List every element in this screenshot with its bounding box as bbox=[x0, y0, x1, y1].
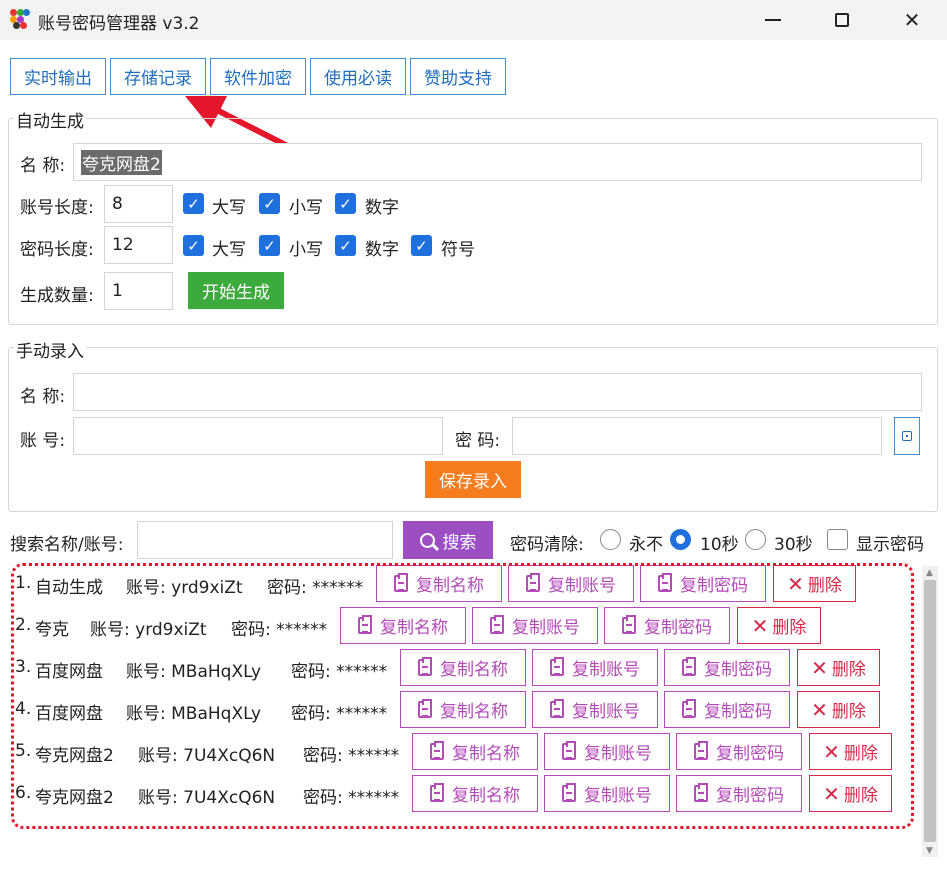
manual-account-input[interactable] bbox=[73, 417, 443, 455]
account-length-label: 账号长度: bbox=[20, 198, 94, 218]
tab-sponsor[interactable]: 赞助支持 bbox=[410, 58, 506, 95]
show-password-checkbox[interactable] bbox=[827, 529, 848, 550]
account-length-input[interactable]: 8 bbox=[104, 185, 173, 223]
search-label: 搜索名称/账号: bbox=[10, 535, 124, 555]
manual-account-label: 账 号: bbox=[20, 431, 66, 451]
annotation-highlight-frame bbox=[11, 563, 914, 829]
show-password-label: 显示密码 bbox=[856, 535, 924, 555]
password-length-label: 密码长度: bbox=[20, 240, 94, 260]
pwd-lowercase-checkbox[interactable]: ✓ bbox=[259, 235, 280, 256]
close-icon: ✕ bbox=[903, 8, 921, 32]
radio-10s-label: 10秒 bbox=[700, 535, 739, 555]
maximize-icon bbox=[835, 13, 849, 27]
minimize-icon bbox=[765, 19, 781, 21]
password-length-input[interactable]: 12 bbox=[104, 226, 173, 264]
password-clear-label: 密码清除: bbox=[510, 535, 584, 555]
maximize-button[interactable] bbox=[819, 0, 865, 40]
minimize-button[interactable] bbox=[750, 0, 796, 40]
app-logo-icon bbox=[10, 9, 30, 29]
acct-digits-checkbox[interactable]: ✓ bbox=[335, 193, 356, 214]
random-password-button[interactable] bbox=[894, 417, 920, 455]
window-title: 账号密码管理器 v3.2 bbox=[38, 14, 200, 34]
count-input[interactable]: 1 bbox=[104, 272, 173, 310]
manual-name-label: 名 称: bbox=[20, 387, 66, 407]
scrollbar-thumb[interactable] bbox=[924, 580, 936, 842]
radio-30s[interactable] bbox=[745, 529, 766, 550]
radio-10s[interactable] bbox=[670, 529, 691, 550]
search-button[interactable]: 搜索 bbox=[403, 521, 493, 559]
scroll-up-icon[interactable]: ▲ bbox=[926, 568, 933, 578]
acct-lowercase-label: 小写 bbox=[289, 198, 323, 218]
pwd-digits-label: 数字 bbox=[365, 240, 399, 260]
acct-uppercase-label: 大写 bbox=[212, 198, 246, 218]
dice-icon bbox=[902, 431, 912, 441]
auto-name-input[interactable]: 夸克网盘2 bbox=[73, 143, 922, 181]
scroll-down-icon[interactable]: ▼ bbox=[926, 846, 933, 856]
pwd-lowercase-label: 小写 bbox=[289, 240, 323, 260]
search-input[interactable] bbox=[137, 521, 393, 559]
pwd-uppercase-checkbox[interactable]: ✓ bbox=[183, 235, 204, 256]
tab-realtime-output[interactable]: 实时输出 bbox=[10, 58, 106, 95]
search-icon bbox=[419, 532, 439, 551]
auto-name-value: 夸克网盘2 bbox=[81, 149, 162, 175]
manual-password-input[interactable] bbox=[512, 417, 882, 455]
radio-never[interactable] bbox=[600, 529, 621, 550]
start-generate-button[interactable]: 开始生成 bbox=[188, 272, 284, 309]
pwd-digits-checkbox[interactable]: ✓ bbox=[335, 235, 356, 256]
manual-entry-title: 手动录入 bbox=[14, 337, 86, 362]
count-label: 生成数量: bbox=[20, 286, 94, 306]
manual-name-input[interactable] bbox=[73, 373, 922, 411]
radio-never-label: 永不 bbox=[629, 535, 663, 555]
pwd-uppercase-label: 大写 bbox=[212, 240, 246, 260]
save-entry-button[interactable]: 保存录入 bbox=[425, 461, 521, 498]
radio-30s-label: 30秒 bbox=[774, 535, 813, 555]
close-button[interactable]: ✕ bbox=[889, 0, 935, 40]
pwd-symbols-checkbox[interactable]: ✓ bbox=[411, 235, 432, 256]
pwd-symbols-label: 符号 bbox=[441, 240, 475, 260]
acct-uppercase-checkbox[interactable]: ✓ bbox=[183, 193, 204, 214]
search-button-label: 搜索 bbox=[442, 532, 477, 553]
auto-generate-title: 自动生成 bbox=[14, 107, 86, 132]
manual-password-label: 密 码: bbox=[455, 431, 501, 451]
acct-lowercase-checkbox[interactable]: ✓ bbox=[259, 193, 280, 214]
name-label: 名 称: bbox=[20, 156, 66, 176]
acct-digits-label: 数字 bbox=[365, 198, 399, 218]
